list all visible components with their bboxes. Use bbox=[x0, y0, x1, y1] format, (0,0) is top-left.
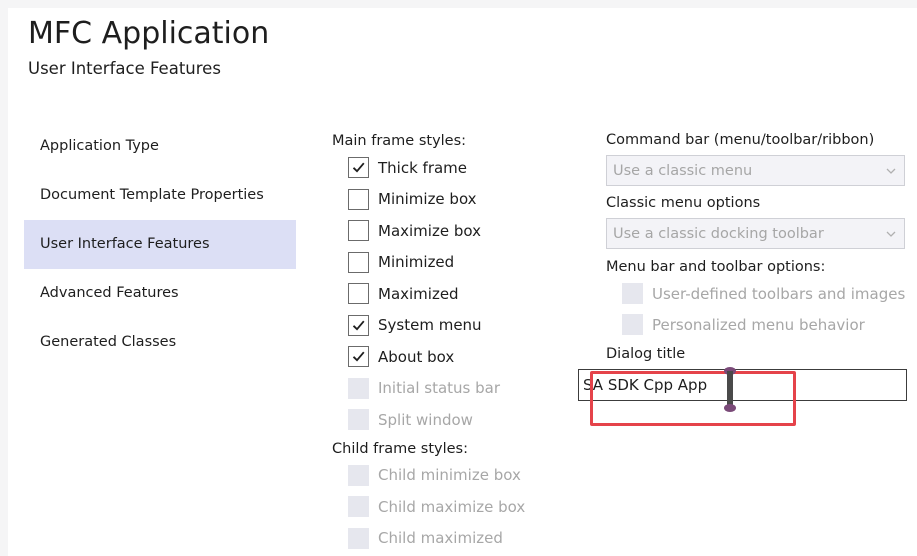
checkbox-box[interactable] bbox=[348, 188, 369, 210]
checkbox-box[interactable] bbox=[348, 283, 369, 305]
sidebar-item-advanced-features[interactable]: Advanced Features bbox=[24, 269, 296, 318]
chevron-down-icon bbox=[886, 168, 896, 174]
checkbox-label: Minimize box bbox=[378, 190, 477, 209]
checkbox-label: Child minimize box bbox=[378, 466, 521, 485]
main-frame-styles-label: Main frame styles: bbox=[332, 133, 467, 149]
classic-menu-value: Use a classic docking toolbar bbox=[613, 225, 824, 242]
sidebar-item-generated-classes[interactable]: Generated Classes bbox=[24, 318, 296, 367]
checkbox-box[interactable] bbox=[348, 251, 369, 273]
command-bar-value: Use a classic menu bbox=[613, 162, 753, 179]
checkbox-label: Personalized menu behavior bbox=[652, 315, 865, 334]
maximize-box-checkbox[interactable]: Maximize box bbox=[332, 215, 525, 247]
checkbox-label: Child maximized bbox=[378, 529, 503, 548]
child-maximized-checkbox: Child maximized bbox=[332, 523, 525, 555]
about-box-checkbox[interactable]: About box bbox=[332, 341, 525, 373]
child-minimize-box-checkbox: Child minimize box bbox=[332, 460, 525, 492]
main-frame-options: Thick frame Minimize box Maximize box Minim… bbox=[332, 152, 525, 436]
checkbox-box bbox=[622, 283, 643, 304]
thick-frame-checkbox[interactable]: Thick frame bbox=[332, 152, 525, 184]
dialog-title-value: SA SDK Cpp App bbox=[583, 376, 708, 394]
classic-menu-dropdown[interactable]: Use a classic docking toolbar bbox=[606, 218, 905, 249]
minimize-box-checkbox[interactable]: Minimize box bbox=[332, 184, 525, 216]
checkbox-box bbox=[348, 527, 369, 549]
dialog-title-label: Dialog title bbox=[606, 346, 686, 362]
sidebar-item-user-interface-features[interactable]: User Interface Features bbox=[24, 220, 296, 269]
frame-styles-column: Main frame styles: Thick frame Minimize b… bbox=[332, 130, 525, 554]
minimized-checkbox[interactable]: Minimized bbox=[332, 247, 525, 279]
checkbox-label: Maximize box bbox=[378, 221, 481, 240]
checkbox-box[interactable] bbox=[348, 157, 369, 179]
checkmark-icon bbox=[352, 351, 365, 362]
checkbox-label: User-defined toolbars and images bbox=[652, 284, 906, 303]
split-window-checkbox: Split window bbox=[332, 404, 525, 436]
checkbox-box bbox=[622, 314, 643, 335]
checkbox-box[interactable] bbox=[348, 314, 369, 336]
checkbox-box bbox=[348, 377, 369, 399]
checkbox-box bbox=[348, 409, 369, 431]
sidebar-item-application-type[interactable]: Application Type bbox=[24, 122, 296, 171]
text-cursor-icon bbox=[724, 367, 736, 412]
checkbox-label: System menu bbox=[378, 316, 482, 335]
checkbox-label: Thick frame bbox=[378, 158, 468, 177]
command-bar-label: Command bar (menu/toolbar/ribbon) bbox=[606, 132, 875, 148]
sidebar-nav: Application Type Document Template Prope… bbox=[24, 122, 296, 367]
checkmark-icon bbox=[352, 162, 365, 173]
classic-menu-options-label: Classic menu options bbox=[606, 195, 761, 211]
page-title: MFC Application bbox=[28, 16, 270, 51]
chevron-down-icon bbox=[886, 231, 896, 237]
checkmark-icon bbox=[352, 320, 365, 331]
command-bar-dropdown[interactable]: Use a classic menu bbox=[606, 155, 905, 186]
checkbox-box[interactable] bbox=[348, 346, 369, 368]
checkbox-label: Initial status bar bbox=[378, 379, 501, 398]
child-frame-options: Child minimize box Child maximize box Chil… bbox=[332, 460, 525, 555]
dialog-title-input[interactable]: SA SDK Cpp App bbox=[578, 369, 907, 401]
right-options-column: Command bar (menu/toolbar/ribbon) Use a … bbox=[578, 129, 907, 401]
checkbox-label: Split window bbox=[378, 410, 473, 429]
page-subtitle: User Interface Features bbox=[28, 59, 221, 78]
child-frame-styles-label: Child frame styles: bbox=[332, 440, 469, 457]
system-menu-checkbox[interactable]: System menu bbox=[332, 310, 525, 342]
checkbox-box[interactable] bbox=[348, 220, 369, 242]
personalized-menu-behavior-checkbox: Personalized menu behavior bbox=[606, 309, 907, 340]
checkbox-label: Maximized bbox=[378, 284, 459, 303]
checkbox-box bbox=[348, 464, 369, 486]
sidebar-item-document-template-properties[interactable]: Document Template Properties bbox=[24, 171, 296, 220]
checkbox-label: About box bbox=[378, 347, 455, 366]
menubar-toolbar-options-label: Menu bar and toolbar options: bbox=[606, 259, 826, 275]
child-maximize-box-checkbox: Child maximize box bbox=[332, 491, 525, 523]
menubar-toolbar-options: User-defined toolbars and images Personal… bbox=[606, 278, 907, 340]
user-defined-toolbars-and-images-checkbox: User-defined toolbars and images bbox=[606, 278, 907, 309]
initial-status-bar-checkbox: Initial status bar bbox=[332, 373, 525, 405]
checkbox-box bbox=[348, 496, 369, 518]
maximized-checkbox[interactable]: Maximized bbox=[332, 278, 525, 310]
checkbox-label: Minimized bbox=[378, 253, 455, 272]
checkbox-label: Child maximize box bbox=[378, 497, 526, 516]
